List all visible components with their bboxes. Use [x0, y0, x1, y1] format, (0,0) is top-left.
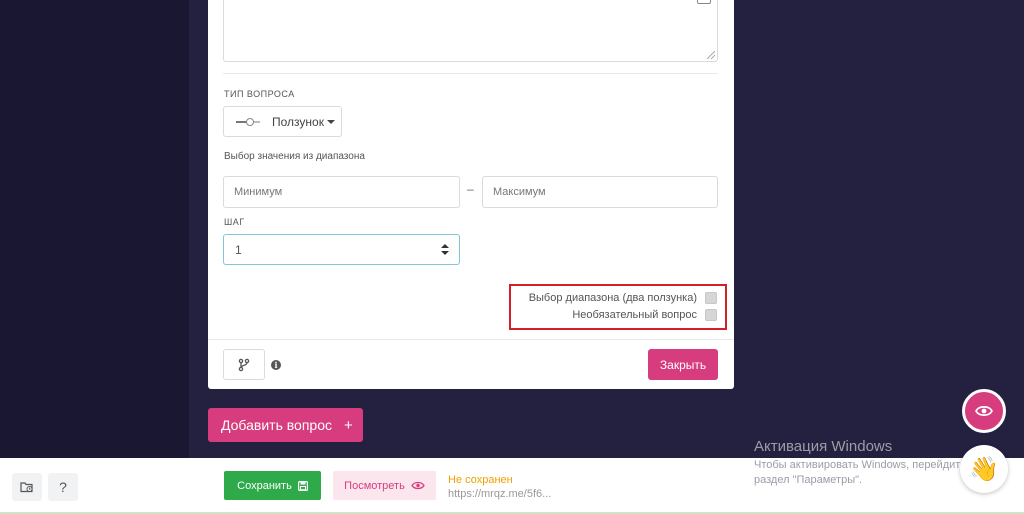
number-spinner[interactable]: [441, 244, 449, 256]
preview-label: Посмотреть: [344, 479, 405, 492]
floppy-icon: [297, 480, 308, 491]
spinner-down-icon[interactable]: [441, 251, 449, 255]
windows-activation-line1: Чтобы активировать Windows, перейдите в: [754, 459, 974, 471]
info-icon[interactable]: i: [271, 360, 281, 370]
option-label: Необязательный вопрос: [572, 309, 697, 321]
preview-fab[interactable]: [962, 389, 1006, 433]
chat-widget-button[interactable]: 👋: [960, 445, 1008, 493]
quiz-url-link[interactable]: https://mrqz.me/5f6...: [448, 488, 551, 500]
option-label: Выбор диапазона (два ползунка): [528, 292, 697, 304]
max-input[interactable]: [482, 176, 718, 208]
left-background-strip: [0, 0, 189, 458]
windows-activation-title: Активация Windows: [754, 438, 893, 455]
help-button[interactable]: ?: [48, 473, 78, 501]
option-optional-question[interactable]: Необязательный вопрос: [572, 309, 717, 321]
folder-clock-icon: [20, 482, 33, 493]
divider: [223, 73, 718, 74]
branching-button[interactable]: [223, 349, 265, 380]
plus-icon: +: [343, 416, 353, 434]
save-button[interactable]: Сохранить: [224, 471, 321, 500]
windows-activation-line2: раздел "Параметры".: [754, 474, 863, 486]
option-range-two-sliders[interactable]: Выбор диапазона (два ползунка): [529, 292, 717, 304]
caret-down-icon: [326, 119, 335, 124]
question-type-value: Ползунок: [272, 114, 324, 129]
divider: [208, 339, 734, 340]
options-highlight-box: Выбор диапазона (два ползунка) Необязате…: [509, 284, 727, 330]
question-editor-panel: ТИП ВОПРОСА Ползунок Выбор значения из д…: [208, 0, 734, 389]
slider-icon: [236, 117, 260, 126]
add-question-label: Добавить вопрос: [221, 417, 332, 433]
step-value: 1: [235, 243, 242, 257]
save-status: Не сохранен: [448, 474, 513, 486]
question-type-label: ТИП ВОПРОСА: [224, 89, 295, 99]
eye-icon: [975, 405, 993, 417]
eye-icon: [411, 481, 425, 490]
step-label: ШАГ: [224, 217, 245, 227]
keyboard-icon: [697, 0, 711, 4]
preview-button[interactable]: Посмотреть: [333, 471, 436, 500]
range-checkbox[interactable]: [705, 292, 717, 304]
waving-hand-icon: 👋: [969, 455, 999, 483]
question-description-textarea[interactable]: [223, 0, 718, 62]
branch-icon: [238, 358, 250, 371]
range-label: Выбор значения из диапазона: [224, 151, 365, 162]
close-button[interactable]: Закрыть: [648, 349, 718, 380]
range-separator: –: [467, 182, 474, 196]
add-question-button[interactable]: Добавить вопрос +: [208, 408, 363, 442]
question-type-dropdown[interactable]: Ползунок: [223, 106, 342, 137]
spinner-up-icon[interactable]: [441, 244, 449, 248]
step-input[interactable]: 1: [223, 234, 460, 265]
history-button[interactable]: [12, 473, 42, 501]
optional-checkbox[interactable]: [705, 309, 717, 321]
min-input[interactable]: [223, 176, 460, 208]
resize-grip-icon[interactable]: [707, 51, 715, 59]
save-label: Сохранить: [237, 479, 292, 492]
